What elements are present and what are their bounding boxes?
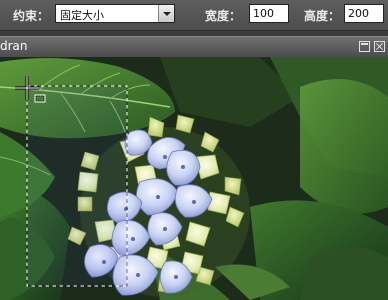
height-input[interactable]: 200 — [344, 4, 384, 23]
height-label: 高度： — [304, 9, 341, 23]
close-icon[interactable] — [374, 41, 385, 52]
constraint-select[interactable]: 固定大小 — [55, 4, 175, 23]
document-title: dran — [0, 39, 28, 53]
constraint-label: 约束： — [13, 9, 50, 23]
hydrangea-photo — [0, 57, 388, 300]
maximize-icon[interactable] — [359, 41, 370, 52]
tool-options-bar: 约束： 固定大小 宽度： 100 高度： 200 — [0, 0, 388, 31]
width-input[interactable]: 100 — [249, 4, 289, 23]
width-label: 宽度： — [205, 9, 242, 23]
document-titlebar[interactable]: dran — [0, 36, 388, 58]
document-canvas[interactable] — [0, 57, 388, 300]
constraint-select-value: 固定大小 — [60, 9, 104, 22]
chevron-down-icon[interactable] — [158, 5, 174, 22]
